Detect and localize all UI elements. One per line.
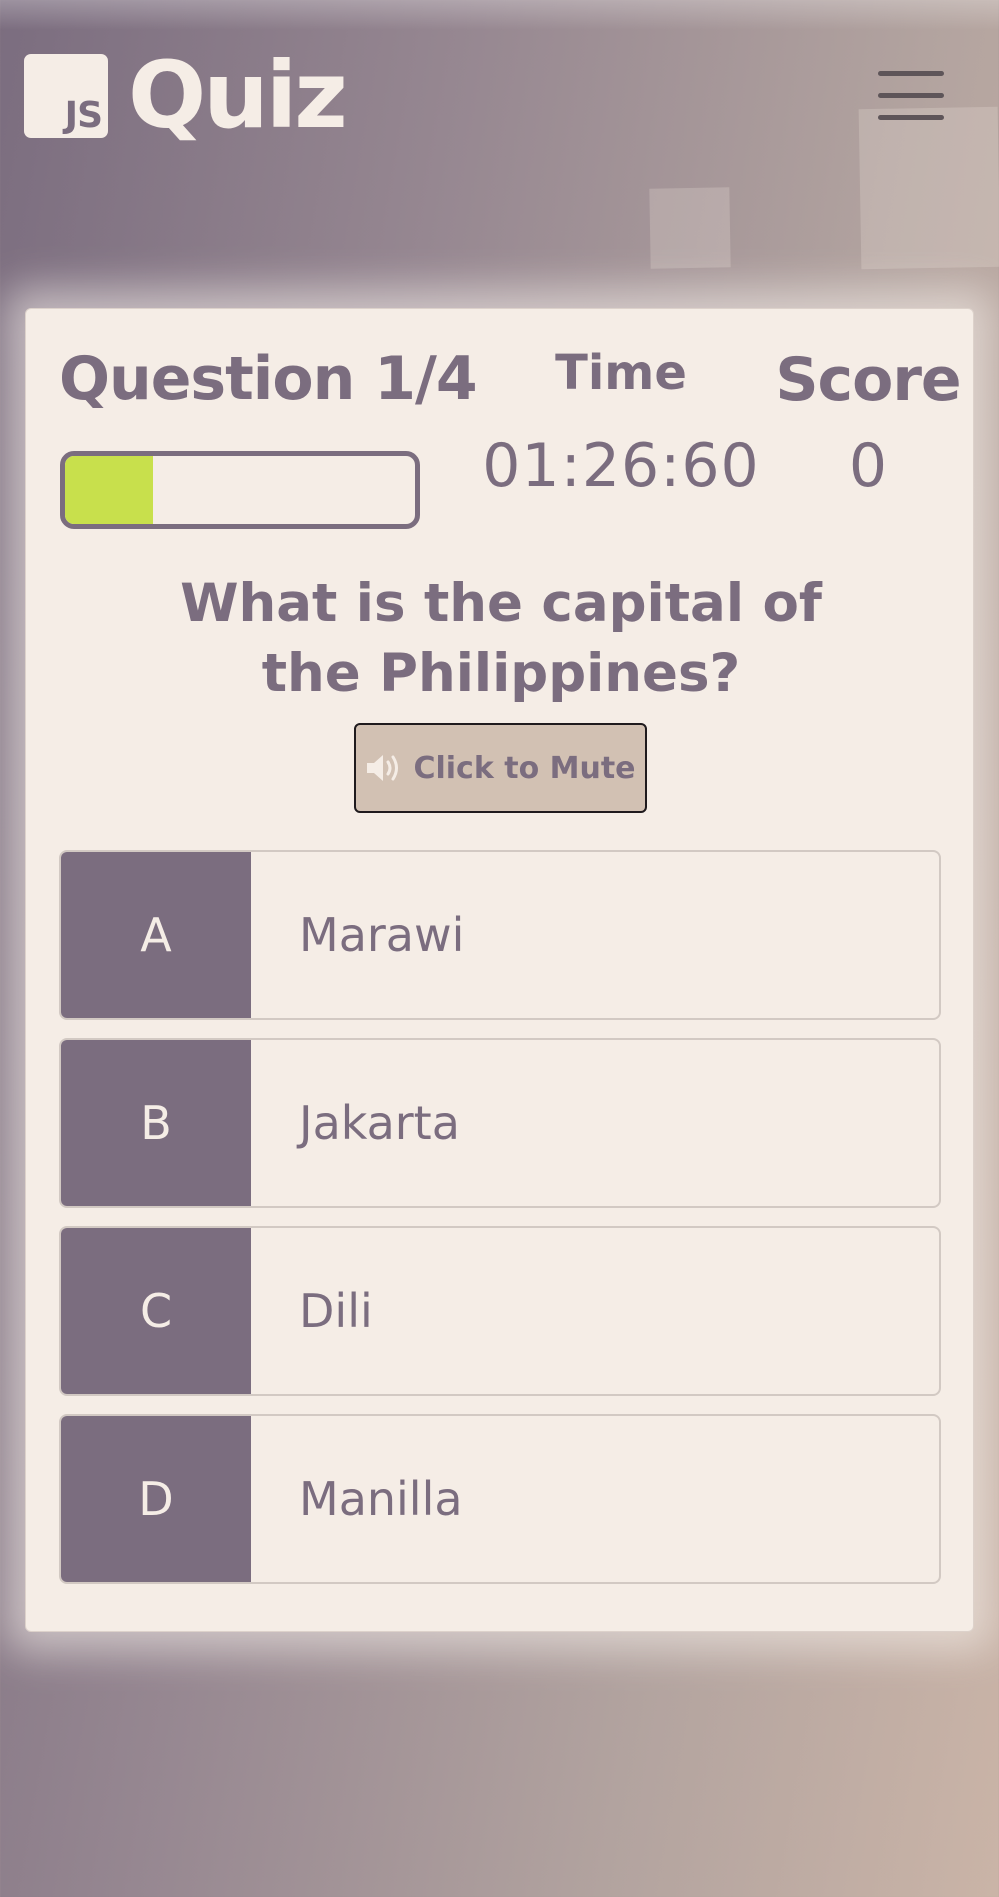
choice-c[interactable]: C Dili	[59, 1226, 941, 1396]
mute-button-label: Click to Mute	[413, 750, 636, 786]
quiz-card: Question 1/4 Time 01:26:60 Score 0 What …	[25, 308, 974, 1632]
choice-b[interactable]: B Jakarta	[59, 1038, 941, 1208]
choice-a[interactable]: A Marawi	[59, 850, 941, 1020]
choice-text: Marawi	[299, 908, 465, 962]
time-value: 01:26:60	[482, 431, 760, 501]
choice-prefix: B	[61, 1040, 251, 1206]
choice-prefix: A	[61, 852, 251, 1018]
choice-d[interactable]: D Manilla	[59, 1414, 941, 1584]
question-counter: Question 1/4	[59, 344, 478, 414]
progress-bar	[60, 451, 420, 529]
js-logo-icon: JS	[24, 54, 108, 138]
choice-prefix: C	[61, 1228, 251, 1394]
app-header: JS Quiz	[0, 0, 999, 200]
logo-badge-text: JS	[64, 95, 103, 136]
mute-button[interactable]: Click to Mute	[354, 723, 647, 813]
question-text: What is the capital of the Philippines?	[180, 573, 822, 704]
menu-bar-top	[878, 71, 944, 76]
speaker-volume-icon	[367, 755, 399, 781]
choice-text: Manilla	[299, 1472, 463, 1526]
app-logo[interactable]: JS Quiz	[24, 42, 348, 149]
choice-prefix: D	[61, 1416, 251, 1582]
time-label: Time	[555, 345, 687, 401]
choice-text: Jakarta	[299, 1096, 460, 1150]
score-label: Score	[775, 345, 961, 415]
choice-text: Dili	[299, 1284, 373, 1338]
app-title: Quiz	[128, 42, 348, 149]
menu-bar-bottom	[878, 115, 944, 120]
hamburger-menu-icon[interactable]	[878, 68, 944, 124]
menu-bar-middle	[878, 93, 944, 98]
score-value: 0	[848, 431, 888, 501]
progress-bar-fill	[65, 456, 153, 524]
